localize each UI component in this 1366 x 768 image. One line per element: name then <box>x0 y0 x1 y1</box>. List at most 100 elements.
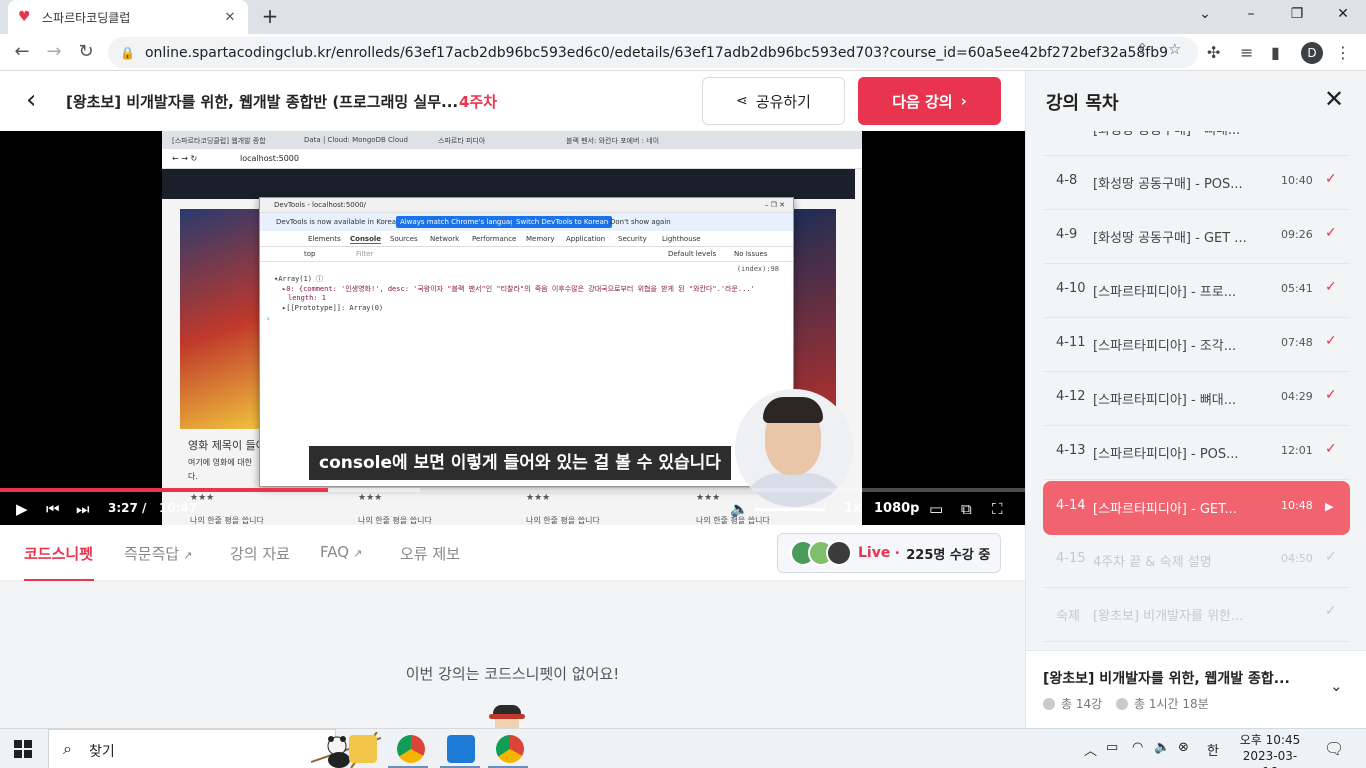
duration: 10:47 <box>159 501 198 515</box>
external-link-icon: ↗ <box>183 549 193 562</box>
sidebar-lesson-item[interactable]: 4-10 [스파르타피디아] - 프로... 05:41 ✓ <box>1043 264 1350 318</box>
tab-code-snippet[interactable]: 코드스니펫 <box>24 543 93 564</box>
picture-in-picture-icon[interactable]: ⧉ <box>961 500 972 518</box>
levels-select: Default levels <box>668 250 717 258</box>
next-lecture-button[interactable]: 다음 강의 › <box>858 77 1001 125</box>
media-queue-icon[interactable]: ≡ <box>1240 43 1253 62</box>
reload-icon[interactable]: ↻ <box>72 39 100 67</box>
chrome-icon[interactable] <box>496 735 524 763</box>
forward-arrow-icon[interactable]: → <box>40 39 68 67</box>
recorded-hero-banner <box>162 169 855 199</box>
check-icon: ✓ <box>1325 171 1337 187</box>
lesson-duration: 12:01 <box>1281 444 1313 457</box>
check-icon: ✓ <box>1325 225 1337 241</box>
tab-faq[interactable]: FAQ ↗ <box>320 543 362 561</box>
profile-avatar[interactable]: D <box>1301 42 1323 64</box>
empty-message: 이번 강의는 코드스니펫이 없어요! <box>405 665 620 683</box>
file-explorer-icon[interactable] <box>349 735 377 763</box>
console-log: (index):98 ▾Array(1) ⓘ ▸0: {comment: '인생… <box>260 262 793 382</box>
tab-report-error[interactable]: 오류 제보 <box>400 543 460 564</box>
minimize-button[interactable]: – <box>1228 0 1274 30</box>
log-line: ▸[[Prototype]]: Array(0) <box>282 304 384 312</box>
system-clock[interactable]: 오후 10:45 2023-03-16 <box>1238 732 1302 768</box>
recorded-card-desc: 여기에 영화에 대한 <box>188 458 252 467</box>
wifi-icon[interactable]: ◠ <box>1132 740 1143 755</box>
check-icon: ✓ <box>1325 603 1337 619</box>
lesson-name: [스파르타피디아] - 프로... <box>1093 285 1237 300</box>
share-page-icon[interactable]: ⇪ <box>1136 40 1149 58</box>
sidebar-lesson-item[interactable]: 4-14 [스파르타피디아] - GET... 10:48 ▶ <box>1043 481 1350 535</box>
volume-slider[interactable] <box>755 508 825 511</box>
bookmark-star-icon[interactable]: ☆ <box>1168 40 1181 58</box>
sidebar-lesson-item[interactable]: 4-8 [화성땅 공동구매] - POS... 10:40 ✓ <box>1043 156 1350 210</box>
close-icon[interactable]: ✕ <box>222 10 238 25</box>
browser-toolbar: ← → ↻ 🔒 online.spartacodingclub.kr/enrol… <box>0 34 1366 71</box>
live-count: 225명 수강 중 <box>906 547 991 563</box>
video-progress-bar[interactable] <box>0 488 1025 492</box>
tab-qna[interactable]: 즉문즉답 ↗ <box>124 543 192 564</box>
skip-back-icon[interactable]: ⏮ <box>46 500 60 518</box>
sidebar-lesson-item[interactable]: 4-12 [스파르타피디아] - 뼈대... 04:29 ✓ <box>1043 372 1350 426</box>
sidebar-title: 강의 목차 <box>1046 93 1119 114</box>
sidebar-lesson-item[interactable]: 4-11 [스파르타피디아] - 조각... 07:48 ✓ <box>1043 318 1350 372</box>
banner-text: DevTools is now available in Korean! <box>276 218 404 226</box>
recorded-url: localhost:5000 <box>240 154 299 163</box>
address-bar[interactable]: 🔒 online.spartacodingclub.kr/enrolleds/6… <box>108 37 1198 68</box>
lesson-name: [왕초보] 비개발자를 위한... <box>1093 609 1244 624</box>
week-badge: 4주차 <box>459 93 498 111</box>
share-label: 공유하기 <box>755 92 811 111</box>
quality-select[interactable]: 1080p <box>874 501 920 516</box>
network-icon[interactable]: ▭ <box>1106 740 1118 755</box>
subtitles-icon[interactable]: ▭ <box>929 500 943 518</box>
sidebar-lesson-item[interactable]: 4-15 4주차 끝 & 숙제 설명 04:50 ✓ <box>1043 534 1350 588</box>
maximize-button[interactable]: ❐ <box>1274 0 1320 30</box>
side-panel-icon[interactable]: ▮ <box>1271 43 1280 62</box>
sidebar-lesson-item[interactable]: 숙제 [왕초보] 비개발자를 위한... ✓ <box>1043 588 1350 642</box>
footer-total-time: 총 1시간 18분 <box>1116 695 1209 712</box>
browser-tab[interactable]: ♥ 스파르타코딩클럽 ✕ <box>8 0 248 34</box>
new-tab-button[interactable]: + <box>258 5 282 29</box>
windows-start-icon[interactable] <box>14 740 32 758</box>
notification-icon[interactable]: 🗨 <box>1324 739 1344 758</box>
close-icon[interactable]: ✕ <box>1324 85 1344 113</box>
fullscreen-icon[interactable]: ⛶ <box>992 500 1003 518</box>
tab-materials[interactable]: 강의 자료 <box>230 543 290 564</box>
speaker-icon[interactable]: 🔈 <box>1154 740 1170 755</box>
volume-icon[interactable]: 🔈 <box>730 500 749 518</box>
heart-icon: ♥ <box>18 9 31 25</box>
back-arrow-icon[interactable]: ← <box>8 39 36 67</box>
playback-speed[interactable]: 1x <box>844 501 861 516</box>
lesson-number: 4-8 <box>1056 173 1078 188</box>
log-source-link: (index):98 <box>736 265 779 273</box>
sidebar-lesson-item[interactable]: 4-9 [화성땅 공동구매] - GET ... 09:26 ✓ <box>1043 210 1350 264</box>
chevron-down-icon[interactable]: ⌄ <box>1330 677 1343 695</box>
log-prompt: › <box>266 315 271 323</box>
devtools-tab: Network <box>430 235 460 243</box>
mute-mic-icon[interactable]: ⊗ <box>1178 740 1189 755</box>
chrome-icon[interactable] <box>397 735 425 763</box>
taskbar-search[interactable]: ⌕ 찾기 <box>48 729 381 768</box>
vscode-icon[interactable] <box>447 735 475 763</box>
share-button[interactable]: ⋖ 공유하기 <box>702 77 845 125</box>
lesson-name: [화성땅 공동구매] - GET ... <box>1093 231 1247 246</box>
sidebar-course-footer[interactable]: [왕초보] 비개발자를 위한, 웹개발 종합... ⌄ 총 14강 총 1시간 … <box>1026 650 1366 728</box>
ime-indicator[interactable]: 한 <box>1207 740 1219 759</box>
menu-kebab-icon[interactable]: ⋮ <box>1335 43 1351 62</box>
tab-search-chevron-icon[interactable]: ⌄ <box>1182 0 1228 30</box>
sidebar-lesson-item[interactable]: 4-13 [스파르타피디아] - POS... 12:01 ✓ <box>1043 426 1350 480</box>
lesson-name: [스파르타피디아] - 뼈대... <box>1093 393 1237 408</box>
close-window-button[interactable]: ✕ <box>1320 0 1366 30</box>
back-chevron-icon[interactable]: ‹ <box>26 85 36 115</box>
check-icon: ✓ <box>1325 387 1337 403</box>
devtools-titlebar: DevTools - localhost:5000/ – ❐ ✕ <box>260 198 793 213</box>
play-icon[interactable]: ▶ <box>16 500 28 518</box>
video-player[interactable]: [스파르타코딩클럽] 웹개발 종합 Data | Cloud: MongoDB … <box>0 131 1025 525</box>
lesson-number: 숙제 <box>1056 609 1080 624</box>
skip-forward-icon[interactable]: ⏭ <box>76 500 90 518</box>
lesson-duration: 04:29 <box>1281 390 1313 403</box>
extensions-icon[interactable]: ✣ <box>1207 43 1220 62</box>
content-tabs: 코드스니펫 즉문즉답 ↗ 강의 자료 FAQ ↗ 오류 제보 Live • 225명… <box>0 525 1025 581</box>
code-snippet-panel: 이번 강의는 코드스니펫이 없어요! <box>0 581 1025 728</box>
clock-time: 오후 10:45 <box>1239 733 1301 747</box>
tray-chevron-up-icon[interactable]: ︿ <box>1084 740 1097 759</box>
